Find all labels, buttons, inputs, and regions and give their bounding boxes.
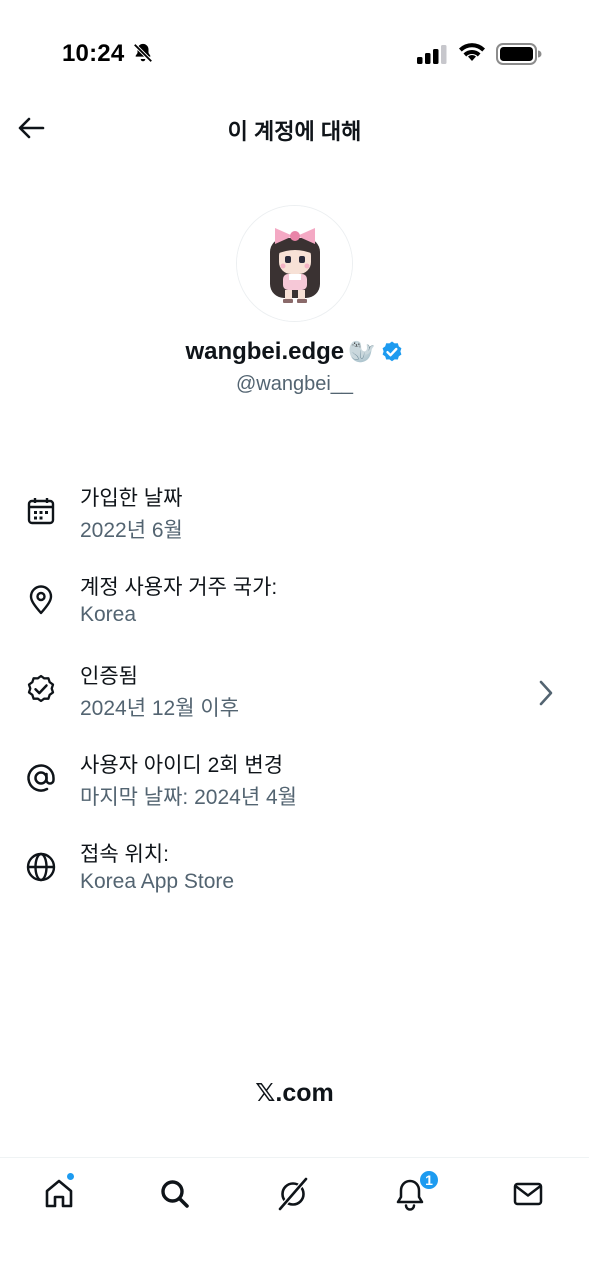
brand-link[interactable]: 𝕏.com bbox=[0, 1078, 589, 1108]
info-item-connected-via: 접속 위치: Korea App Store bbox=[0, 826, 589, 915]
info-label: 사용자 아이디 2회 변경 bbox=[80, 754, 284, 777]
avatar[interactable] bbox=[236, 205, 353, 322]
info-item-country: 계정 사용자 거주 국가: Korea bbox=[0, 559, 589, 648]
tab-search[interactable] bbox=[155, 1174, 195, 1214]
tab-messages[interactable] bbox=[508, 1174, 548, 1214]
status-bar: 10:24 bbox=[0, 0, 589, 108]
info-value: 2022년 6월 bbox=[80, 519, 183, 542]
info-label: 가입한 날짜 bbox=[80, 487, 183, 510]
home-unread-dot bbox=[66, 1172, 75, 1181]
about-account-screen: 10:24 이 계정에 대해 wangbei.edge 🦭 @wangbei__… bbox=[0, 0, 589, 1280]
globe-icon bbox=[24, 850, 58, 884]
info-label: 인증됨 bbox=[80, 665, 138, 688]
chevron-right-icon bbox=[536, 678, 556, 713]
at-sign-icon bbox=[24, 761, 58, 795]
envelope-icon bbox=[513, 1182, 543, 1206]
info-label: 계정 사용자 거주 국가: bbox=[80, 576, 278, 599]
cellular-signal-icon bbox=[417, 44, 449, 69]
info-value: 2024년 12월 이후 bbox=[80, 697, 240, 720]
bottom-tab-bar: 1 bbox=[0, 1157, 589, 1280]
info-item-verified[interactable]: 인증됨 2024년 12월 이후 bbox=[0, 648, 589, 737]
info-label: 접속 위치: bbox=[80, 843, 169, 866]
silent-mode-icon bbox=[132, 42, 154, 69]
info-item-joined: 가입한 날짜 2022년 6월 bbox=[0, 470, 589, 559]
location-pin-icon bbox=[24, 583, 58, 617]
verified-outline-icon bbox=[24, 672, 58, 706]
info-value: Korea App Store bbox=[80, 870, 235, 893]
search-icon bbox=[161, 1180, 189, 1208]
status-time: 10:24 bbox=[62, 40, 125, 67]
calendar-icon bbox=[24, 494, 58, 528]
grok-icon bbox=[278, 1177, 308, 1211]
username-handle: @wangbei__ bbox=[235, 373, 354, 395]
info-value: 마지막 날짜: 2024년 4월 bbox=[80, 786, 297, 809]
account-info-list: 가입한 날짜 2022년 6월 계정 사용자 거주 국가: Korea 인증됨 bbox=[0, 470, 589, 915]
home-icon bbox=[45, 1179, 73, 1208]
info-item-username-changes: 사용자 아이디 2회 변경 마지막 날짜: 2024년 4월 bbox=[0, 737, 589, 826]
name-row: wangbei.edge 🦭 bbox=[0, 338, 589, 366]
info-value: Korea bbox=[80, 603, 137, 626]
wifi-icon bbox=[458, 41, 486, 68]
seal-emoji: 🦭 bbox=[348, 339, 376, 364]
verified-badge-icon bbox=[380, 340, 404, 364]
battery-icon bbox=[496, 43, 542, 70]
page-title: 이 계정에 대해 bbox=[227, 119, 362, 144]
header: 이 계정에 대해 bbox=[0, 100, 589, 156]
display-name: wangbei.edge bbox=[185, 338, 345, 365]
notification-badge: 1 bbox=[418, 1169, 440, 1191]
tab-grok[interactable] bbox=[273, 1174, 313, 1214]
